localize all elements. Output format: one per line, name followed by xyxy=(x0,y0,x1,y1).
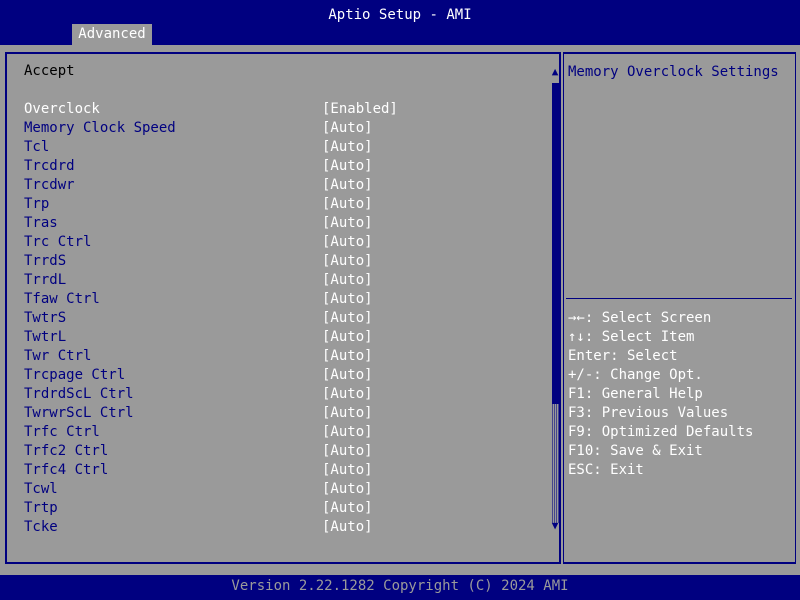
setting-row[interactable]: TwrwrScL Ctrl xyxy=(24,404,134,423)
setting-value[interactable]: [Auto] xyxy=(322,309,373,328)
setting-value[interactable]: [Auto] xyxy=(322,119,373,138)
menu-heading: Accept xyxy=(24,63,75,79)
help-title: Memory Overclock Settings xyxy=(568,64,779,80)
setting-row[interactable]: Trcdwr xyxy=(24,176,75,195)
setting-label: TwrwrScL Ctrl xyxy=(24,405,134,421)
key-help-line: +/-: Change Opt. xyxy=(568,367,703,383)
setting-value[interactable]: [Auto] xyxy=(322,347,373,366)
key-help-line: Enter: Select xyxy=(568,348,678,364)
setting-value[interactable]: [Auto] xyxy=(322,176,373,195)
setting-row[interactable]: Trfc Ctrl xyxy=(24,423,100,442)
scroll-down-arrow-icon[interactable]: ▼ xyxy=(551,520,559,531)
setting-label: Trfc Ctrl xyxy=(24,424,100,440)
setting-label: TrdrdScL Ctrl xyxy=(24,386,134,402)
setting-value[interactable]: [Auto] xyxy=(322,518,373,537)
setting-label: TwtrS xyxy=(24,310,67,326)
setting-row[interactable]: Trp xyxy=(24,195,49,214)
scroll-thumb[interactable] xyxy=(552,83,559,404)
key-help-line: ESC: Exit xyxy=(568,462,644,478)
key-help-line: →←: Select Screen xyxy=(568,310,712,326)
setting-label: Trfc2 Ctrl xyxy=(24,443,109,459)
setting-label: Trp xyxy=(24,196,50,212)
setting-label: Trcpage Ctrl xyxy=(24,367,126,383)
setting-label: Tras xyxy=(24,215,58,231)
setting-label: Trtp xyxy=(24,500,58,516)
setting-value[interactable]: [Auto] xyxy=(322,480,373,499)
setting-value[interactable]: [Auto] xyxy=(322,499,373,518)
setting-row[interactable]: TrrdS xyxy=(24,252,66,271)
setting-value[interactable]: [Auto] xyxy=(322,214,373,233)
help-divider xyxy=(566,298,792,299)
key-help-line: ↑↓: Select Item xyxy=(568,329,695,345)
setting-label: Twr Ctrl xyxy=(24,348,92,364)
setting-row[interactable]: Overclock xyxy=(24,100,100,119)
setting-label: TrrdS xyxy=(24,253,67,269)
setting-label: Tcwl xyxy=(24,481,58,497)
setting-value[interactable]: [Auto] xyxy=(322,138,373,157)
setting-label: Overclock xyxy=(24,101,100,117)
setting-value[interactable]: [Auto] xyxy=(322,271,373,290)
setting-row[interactable]: Tfaw Ctrl xyxy=(24,290,100,309)
setting-value[interactable]: [Auto] xyxy=(322,290,373,309)
setting-row[interactable]: TrrdL xyxy=(24,271,66,290)
setting-label: Tfaw Ctrl xyxy=(24,291,100,307)
setting-value[interactable]: [Auto] xyxy=(322,195,373,214)
setting-label: Tcl xyxy=(24,139,50,155)
key-help-line: F10: Save & Exit xyxy=(568,443,703,459)
scrollbar[interactable]: ▲ ▼ xyxy=(549,63,561,535)
version-text: Version 2.22.1282 Copyright (C) 2024 AMI xyxy=(231,578,569,594)
key-help-line: F1: General Help xyxy=(568,386,703,402)
setting-value[interactable]: [Auto] xyxy=(322,157,373,176)
setting-row[interactable]: Trcpage Ctrl xyxy=(24,366,125,385)
footer-bar: Version 2.22.1282 Copyright (C) 2024 AMI xyxy=(0,575,800,600)
app-title: Aptio Setup - AMI xyxy=(328,7,472,23)
setting-row[interactable]: Trcdrd xyxy=(24,157,75,176)
setting-row[interactable]: TrdrdScL Ctrl xyxy=(24,385,134,404)
setting-value[interactable]: [Auto] xyxy=(322,328,373,347)
setting-value[interactable]: [Auto] xyxy=(322,366,373,385)
setting-value[interactable]: [Auto] xyxy=(322,461,373,480)
setting-value[interactable]: [Auto] xyxy=(322,252,373,271)
setting-value[interactable]: [Auto] xyxy=(322,233,373,252)
setting-value[interactable]: [Auto] xyxy=(322,385,373,404)
setting-value[interactable]: [Enabled] xyxy=(322,100,398,119)
setting-label: Trc Ctrl xyxy=(24,234,92,250)
setting-value[interactable]: [Auto] xyxy=(322,404,373,423)
setting-label: Tcke xyxy=(24,519,58,535)
setting-label: Trcdwr xyxy=(24,177,75,193)
setting-row[interactable]: Trtp xyxy=(24,499,58,518)
setting-row[interactable]: TwtrL xyxy=(24,328,66,347)
setting-row[interactable]: Twr Ctrl xyxy=(24,347,91,366)
setting-row[interactable]: Tcl xyxy=(24,138,49,157)
setting-label: TrrdL xyxy=(24,272,67,288)
key-help-line: F3: Previous Values xyxy=(568,405,729,421)
setting-label: Memory Clock Speed xyxy=(24,120,176,136)
scroll-up-arrow-icon[interactable]: ▲ xyxy=(551,66,559,77)
setting-label: Trcdrd xyxy=(24,158,75,174)
setting-row[interactable]: Trfc4 Ctrl xyxy=(24,461,108,480)
setting-row[interactable]: Memory Clock Speed xyxy=(24,119,176,138)
setting-value[interactable]: [Auto] xyxy=(322,442,373,461)
setting-value[interactable]: [Auto] xyxy=(322,423,373,442)
setting-row[interactable]: Trc Ctrl xyxy=(24,233,91,252)
tab-advanced[interactable]: Advanced xyxy=(72,24,152,45)
setting-label: Trfc4 Ctrl xyxy=(24,462,109,478)
setting-row[interactable]: Tras xyxy=(24,214,58,233)
title-bar: Aptio Setup - AMI Advanced xyxy=(0,0,800,45)
setting-row[interactable]: Trfc2 Ctrl xyxy=(24,442,108,461)
setting-row[interactable]: Tcwl xyxy=(24,480,58,499)
setting-row[interactable]: Tcke xyxy=(24,518,58,537)
help-frame xyxy=(563,52,796,564)
setting-label: TwtrL xyxy=(24,329,67,345)
setting-row[interactable]: TwtrS xyxy=(24,309,66,328)
key-help-line: F9: Optimized Defaults xyxy=(568,424,754,440)
